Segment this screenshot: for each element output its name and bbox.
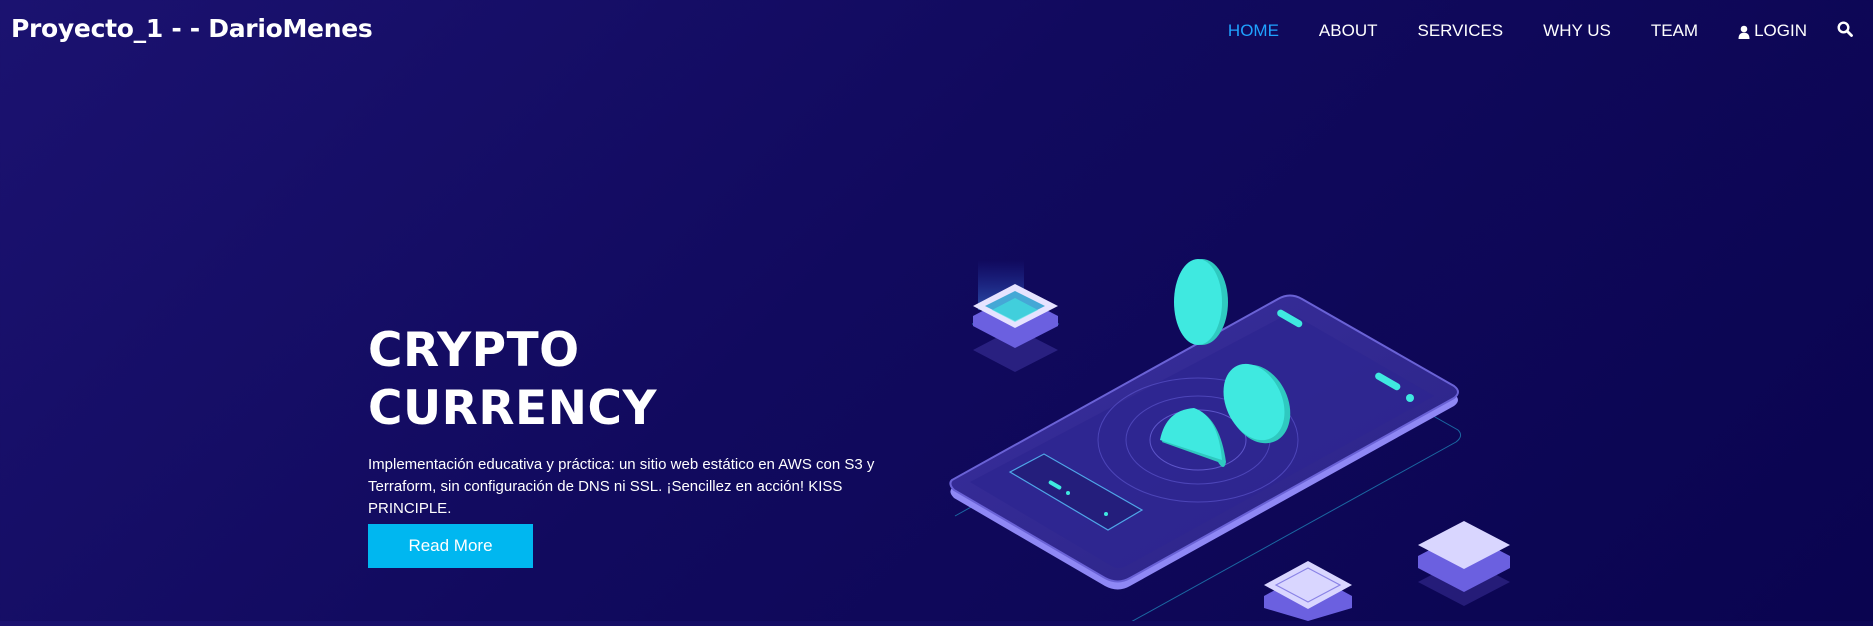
nav-item-label: ABOUT — [1318, 21, 1378, 40]
nav-item-label: TEAM — [1650, 21, 1699, 40]
hero-description: Implementación educativa y práctica: un … — [368, 456, 875, 517]
hero-title-line1: CRYPTO — [368, 323, 580, 378]
nav-item-about[interactable]: ABOUT — [1319, 21, 1378, 41]
coin-icon — [1174, 259, 1228, 345]
hero-title: CRYPTO CURRENCY — [368, 322, 928, 438]
cube-icon — [1418, 521, 1510, 606]
cube-icon — [971, 260, 1060, 372]
nav-item-why-us[interactable]: WHY US — [1543, 21, 1611, 41]
nav-item-team[interactable]: TEAM — [1651, 21, 1698, 41]
read-more-button[interactable]: Read More — [368, 524, 533, 568]
hero-section: CRYPTO CURRENCY Implementación educativa… — [368, 322, 928, 520]
search-button[interactable] — [1837, 20, 1855, 42]
nav-item-home[interactable]: HOME — [1228, 21, 1279, 41]
hero-illustration — [940, 240, 1540, 626]
nav-menu: HOME ABOUT SERVICES WHY US TEAM LOGIN — [1208, 0, 1873, 62]
hero-title-line2: CURRENCY — [368, 381, 658, 436]
cube-icon — [1264, 561, 1352, 621]
nav-item-label: WHY US — [1543, 21, 1611, 40]
nav-item-label: HOME — [1227, 21, 1279, 40]
crypto-phone-illustration — [949, 259, 1510, 626]
navbar: Proyecto_1 - - DarioMenes HOME ABOUT SER… — [0, 0, 1873, 62]
nav-item-label: LOGIN — [1754, 21, 1807, 40]
user-icon — [1738, 24, 1750, 39]
nav-item-services[interactable]: SERVICES — [1417, 21, 1503, 41]
nav-item-label: SERVICES — [1417, 21, 1504, 40]
search-icon — [1837, 20, 1853, 42]
nav-item-login[interactable]: LOGIN — [1738, 21, 1807, 41]
site-brand[interactable]: Proyecto_1 - - DarioMenes — [11, 14, 373, 43]
